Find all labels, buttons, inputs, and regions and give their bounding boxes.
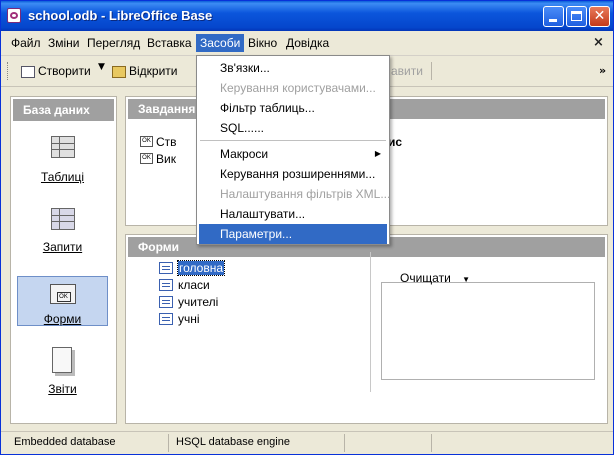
tools-menu-relationships[interactable]: Зв'язки... (199, 58, 387, 78)
maximize-button[interactable] (566, 6, 587, 27)
status-bar: Embedded database HSQL database engine (1, 431, 613, 454)
pane-item-forms-label: Форми (43, 312, 82, 326)
close-button[interactable]: ✕ (589, 6, 610, 27)
status-divider (431, 434, 432, 452)
forms-panel-divider[interactable] (370, 252, 371, 392)
form-item-holovna[interactable]: головна (156, 260, 226, 277)
form-design-icon: OK (140, 153, 153, 164)
pane-item-tables[interactable]: Таблиці (17, 135, 108, 185)
task-description-fragment: ис (388, 135, 403, 149)
open-folder-icon (112, 65, 126, 78)
tools-menu-xml-filter-settings: Налаштування фільтрів XML... (220, 187, 391, 201)
form-document-icon (159, 279, 173, 291)
preview-mode-label: Очищати (400, 271, 451, 285)
task-use-wizard[interactable]: OK Вик (140, 152, 176, 166)
main-window: school.odb - LibreOffice Base ✕ Файл Змі… (0, 0, 614, 455)
pane-item-tables-label: Таблиці (40, 170, 85, 184)
tools-menu-customize[interactable]: Налаштувати... (199, 204, 387, 224)
tools-menu-macros-label: Макроси (220, 147, 269, 161)
menu-tools[interactable]: Засоби (196, 34, 245, 52)
form-item-uchyteli[interactable]: учителі (156, 294, 224, 311)
forms-list: головна класи учителі учні (156, 260, 226, 328)
toolbar-hidden-button[interactable]: авити (391, 62, 423, 80)
close-document-icon[interactable]: × (593, 35, 604, 50)
tools-menu-user-administration: Керування користувачами... (220, 81, 376, 95)
pane-item-queries[interactable]: Запити (17, 207, 108, 257)
menu-window[interactable]: Вікно (244, 34, 281, 52)
forms-panel: Форми головна класи учителі учні (125, 234, 608, 424)
tools-menu: Зв'язки... Керування користувачами... Фі… (196, 55, 390, 245)
minimize-icon (549, 19, 557, 22)
form-item-label: учителі (178, 295, 219, 309)
title-bar[interactable]: school.odb - LibreOffice Base ✕ (1, 1, 613, 31)
tools-menu-table-filter[interactable]: Фільтр таблиць... (199, 98, 387, 118)
base-app-icon[interactable] (7, 8, 21, 23)
menu-help[interactable]: Довідка (282, 34, 333, 52)
database-pane: База даних Таблиці Запити OK Форми Звіти (10, 96, 117, 424)
status-engine: HSQL database engine (176, 436, 290, 448)
pane-item-reports[interactable]: Звіти (17, 347, 108, 397)
form-item-label: головна (176, 260, 226, 276)
menu-insert[interactable]: Вставка (143, 34, 196, 52)
tools-menu-extension-manager[interactable]: Керування розширеннями... (199, 164, 387, 184)
pane-item-queries-label: Запити (42, 240, 83, 254)
menu-view[interactable]: Перегляд (83, 34, 144, 52)
task-wizard-label: Вик (156, 152, 176, 166)
toolbar-overflow-icon[interactable]: » (599, 64, 606, 77)
menu-bar: Файл Зміни Перегляд Вставка Засоби Вікно… (1, 31, 613, 56)
forms-icon: OK (49, 281, 77, 307)
task-create-label: Ств (156, 135, 177, 149)
create-label: Створити (38, 64, 91, 78)
new-document-icon (21, 65, 35, 78)
create-button[interactable]: Створити (21, 62, 91, 80)
toolbar-grip[interactable] (7, 62, 11, 80)
reports-icon (49, 347, 77, 373)
menu-file[interactable]: Файл (7, 34, 45, 52)
open-label: Відкрити (129, 64, 178, 78)
preview-mode-dropdown[interactable]: Очищати ▼ (400, 271, 470, 285)
status-divider (168, 434, 169, 452)
queries-icon (49, 207, 77, 233)
form-item-uchni[interactable]: учні (156, 311, 224, 328)
window-title: school.odb - LibreOffice Base (28, 8, 213, 23)
open-button[interactable]: Відкрити (112, 62, 178, 80)
tools-menu-sql[interactable]: SQL...... (199, 118, 387, 138)
status-divider (344, 434, 345, 452)
menu-separator (200, 140, 386, 141)
tables-icon (49, 135, 77, 161)
form-document-icon (159, 296, 173, 308)
pane-item-reports-label: Звіти (48, 382, 77, 396)
chevron-down-icon: ▼ (462, 275, 471, 284)
pane-item-forms[interactable]: OK Форми (17, 276, 108, 326)
form-document-icon (159, 262, 173, 274)
task-create-form[interactable]: OK Ств (140, 135, 177, 149)
minimize-button[interactable] (543, 6, 564, 27)
create-dropdown-arrow-icon[interactable]: ▼ (98, 62, 105, 72)
maximize-icon (571, 11, 582, 21)
database-pane-header: База даних (13, 99, 114, 121)
tools-menu-macros[interactable]: Макроси ▶ (199, 144, 387, 164)
form-preview-area (381, 282, 595, 380)
form-item-klasy[interactable]: класи (156, 277, 224, 294)
form-wizard-icon: OK (140, 136, 153, 147)
status-db-type: Embedded database (14, 436, 116, 448)
form-item-label: класи (178, 278, 210, 292)
form-document-icon (159, 313, 173, 325)
close-icon: ✕ (593, 8, 606, 24)
tools-menu-options[interactable]: Параметри... (199, 224, 387, 244)
submenu-arrow-icon: ▶ (374, 149, 381, 158)
form-item-label: учні (178, 312, 200, 326)
toolbar-separator (431, 62, 432, 80)
menu-edit[interactable]: Зміни (44, 34, 84, 52)
